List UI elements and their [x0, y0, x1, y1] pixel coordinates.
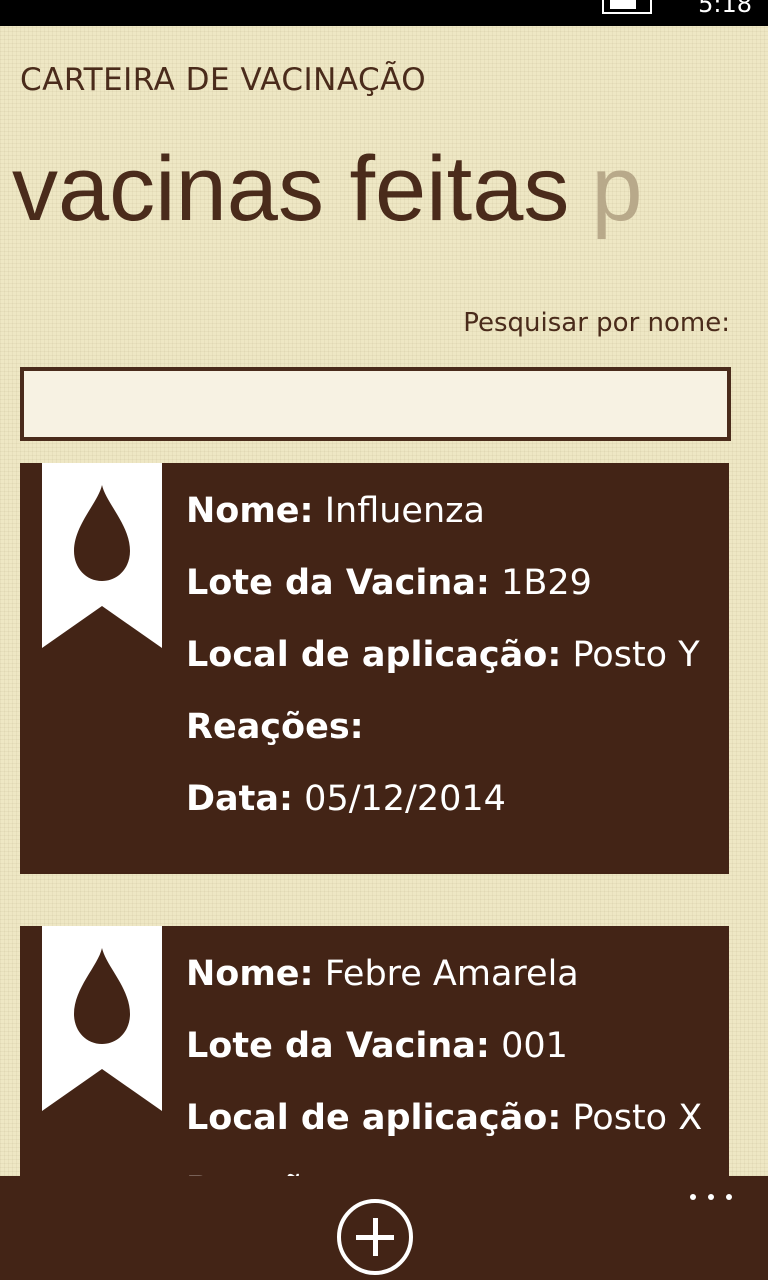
vaccine-card[interactable]: Nome: Febre Amarela Lote da Vacina: 001 …	[20, 926, 729, 1180]
field-lote: Lote da Vacina: 1B29	[186, 563, 592, 603]
field-reacoes: Reações:	[186, 707, 364, 747]
pivot-header: vacinas feitas p	[12, 134, 768, 244]
add-circle-icon[interactable]	[337, 1199, 413, 1275]
status-bar: 5:18	[0, 0, 768, 26]
field-data: Data: 05/12/2014	[186, 779, 506, 819]
vaccine-card[interactable]: Nome: Influenza Lote da Vacina: 1B29 Loc…	[20, 463, 729, 874]
field-local: Local de aplicação: Posto Y	[186, 635, 700, 675]
vaccine-fields: Nome: Influenza Lote da Vacina: 1B29 Loc…	[186, 487, 721, 847]
battery-icon	[602, 0, 652, 14]
pivot-item-next[interactable]: p	[591, 134, 642, 244]
field-nome: Nome: Febre Amarela	[186, 954, 579, 994]
field-local: Local de aplicação: Posto X	[186, 1098, 703, 1138]
vaccine-ribbon-icon	[42, 463, 162, 648]
search-label: Pesquisar por nome:	[463, 308, 730, 338]
pivot-item-vacinas-feitas[interactable]: vacinas feitas	[12, 134, 569, 244]
vaccine-fields: Nome: Febre Amarela Lote da Vacina: 001 …	[186, 950, 721, 1180]
vaccine-ribbon-icon	[42, 926, 162, 1111]
app-bar	[0, 1176, 768, 1280]
field-lote: Lote da Vacina: 001	[186, 1026, 568, 1066]
search-input[interactable]	[20, 367, 731, 441]
field-nome: Nome: Influenza	[186, 491, 485, 531]
app-title: CARTEIRA DE VACINAÇÃO	[20, 62, 427, 98]
status-time: 5:18	[698, 0, 752, 18]
more-ellipsis-icon[interactable]	[690, 1190, 732, 1202]
